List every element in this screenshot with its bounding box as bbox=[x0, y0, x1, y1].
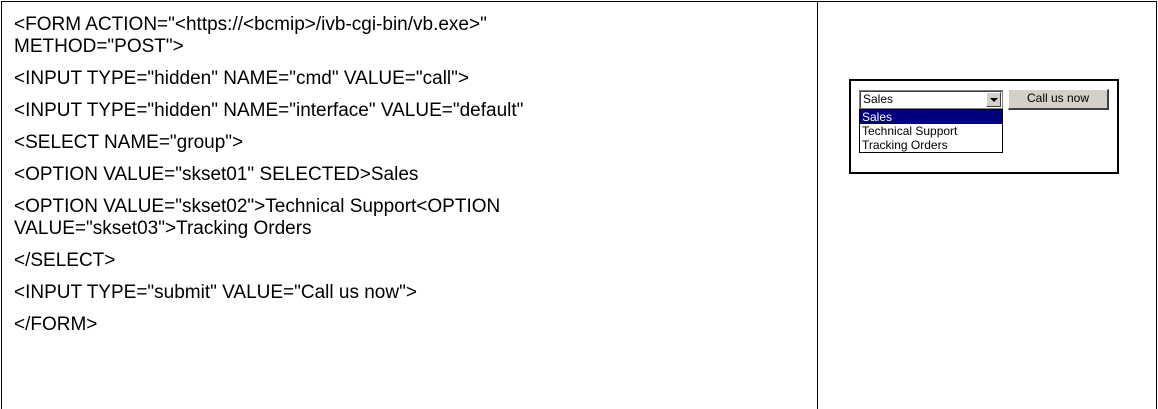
table-border-right bbox=[1156, 1, 1157, 409]
code-line-option-support-tracking: <OPTION VALUE="skset02">Technical Suppor… bbox=[14, 196, 501, 239]
group-select-value: Sales bbox=[863, 92, 894, 106]
group-select[interactable]: Sales bbox=[859, 90, 1003, 109]
example-table: <FORM ACTION="<https://<bcmip>/ivb-cgi-b… bbox=[0, 0, 1158, 409]
group-dropdown-list: Sales Technical Support Tracking Orders bbox=[859, 109, 1003, 153]
call-us-now-button[interactable]: Call us now bbox=[1008, 89, 1109, 110]
code-line-input-interface: <INPUT TYPE="hidden" NAME="interface" VA… bbox=[14, 100, 524, 121]
code-line-form-open: <FORM ACTION="<https://<bcmip>/ivb-cgi-b… bbox=[14, 14, 487, 57]
code-line-select-close: </SELECT> bbox=[14, 250, 116, 271]
dropdown-option-sales[interactable]: Sales bbox=[860, 110, 1002, 124]
form-preview: Sales Call us now Sales Technical Suppor… bbox=[849, 79, 1119, 174]
dropdown-option-technical-support[interactable]: Technical Support bbox=[860, 124, 1002, 138]
table-column-divider bbox=[817, 1, 818, 409]
table-border-left bbox=[1, 1, 2, 409]
html-code-cell: <FORM ACTION="<https://<bcmip>/ivb-cgi-b… bbox=[14, 14, 804, 336]
code-line-option-sales: <OPTION VALUE="skset01" SELECTED>Sales bbox=[14, 164, 419, 185]
dropdown-option-tracking-orders[interactable]: Tracking Orders bbox=[860, 138, 1002, 152]
code-line-input-submit: <INPUT TYPE="submit" VALUE="Call us now"… bbox=[14, 282, 417, 303]
code-line-input-cmd: <INPUT TYPE="hidden" NAME="cmd" VALUE="c… bbox=[14, 68, 469, 89]
code-line-select-open: <SELECT NAME="group"> bbox=[14, 132, 244, 153]
table-border-top bbox=[1, 1, 1157, 2]
chevron-down-icon[interactable] bbox=[986, 92, 1001, 107]
code-line-form-close: </FORM> bbox=[14, 314, 98, 335]
